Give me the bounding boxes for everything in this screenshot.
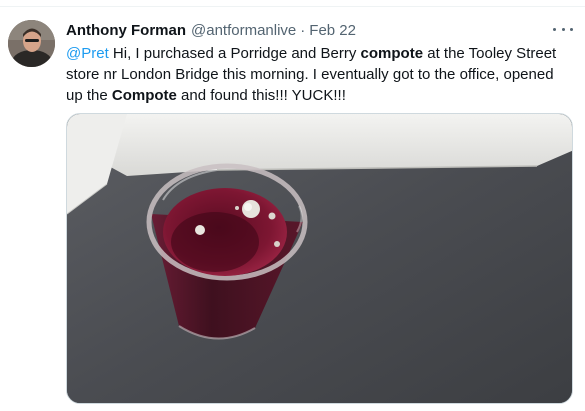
tweet-text-bold: Compote [111, 87, 177, 104]
tweet-text: @Pret Hi, I purchased a Porridge and Ber… [66, 43, 574, 106]
tweet-text-part: Hi, I purchased a Porridge and Berry [108, 45, 361, 62]
tweet[interactable]: Anthony Forman @antformanlive · Feb 22 @… [0, 7, 585, 411]
tweet-text-part: and found this!!! YUCK!!! [176, 87, 346, 104]
tweet-photo[interactable] [66, 113, 573, 404]
tweet-text-bold: compote [360, 45, 424, 62]
tweet-date[interactable]: Feb 22 [309, 22, 356, 39]
tweet-header: Anthony Forman @antformanlive · Feb 22 [66, 22, 545, 42]
mention-link[interactable]: @Pret [66, 45, 109, 62]
avatar[interactable] [8, 20, 55, 67]
separator-dot: · [300, 22, 306, 39]
more-horizontal-icon[interactable] [553, 21, 573, 37]
author-handle[interactable]: @antformanlive [191, 22, 296, 39]
author-name[interactable]: Anthony Forman [66, 22, 186, 39]
